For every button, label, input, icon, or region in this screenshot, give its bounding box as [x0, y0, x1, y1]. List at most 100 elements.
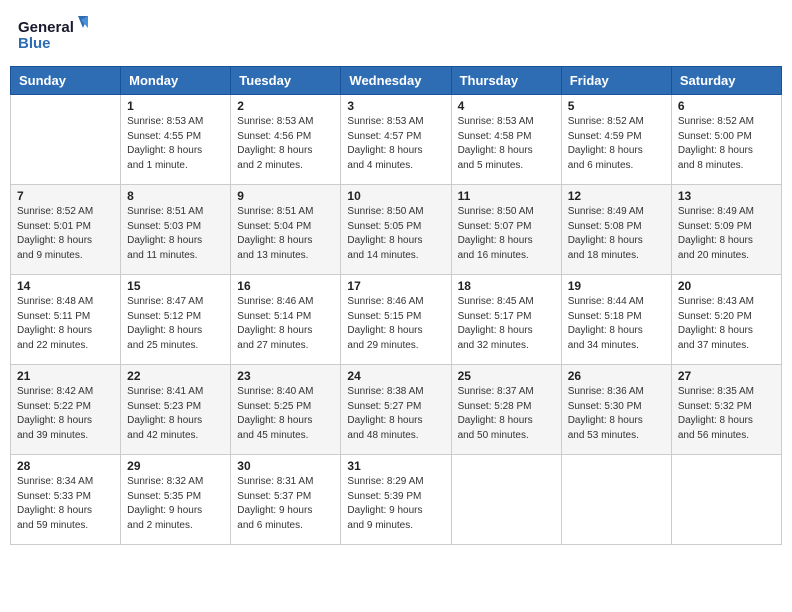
day-info: Sunrise: 8:53 AMSunset: 4:56 PMDaylight:… — [237, 115, 334, 173]
day-cell: 29 Sunrise: 8:32 AMSunset: 5:35 PMDayligh… — [121, 455, 231, 545]
day-number: 16 — [237, 279, 334, 293]
week-row-3: 14 Sunrise: 8:48 AMSunset: 5:11 PMDayligh… — [11, 275, 782, 365]
day-info: Sunrise: 8:52 AMSunset: 5:01 PMDaylight:… — [17, 205, 114, 263]
col-header-tuesday: Tuesday — [231, 67, 341, 95]
day-number: 29 — [127, 459, 224, 473]
day-info: Sunrise: 8:51 AMSunset: 5:03 PMDaylight:… — [127, 205, 224, 263]
day-cell: 18Sunrise: 8:45 AMSunset: 5:17 PMDayligh… — [451, 275, 561, 365]
day-info: Sunrise: 8:52 AMSunset: 5:00 PMDaylight:… — [678, 115, 775, 173]
day-info: Sunrise: 8:47 AMSunset: 5:12 PMDaylight:… — [127, 295, 224, 353]
day-cell: 3 Sunrise: 8:53 AMSunset: 4:57 PMDaylight… — [341, 95, 451, 185]
day-number: 12 — [568, 189, 665, 203]
day-number: 28 — [17, 459, 114, 473]
week-row-1: 1 Sunrise: 8:53 AMSunset: 4:55 PMDaylight… — [11, 95, 782, 185]
day-cell: 26 Sunrise: 8:36 AMSunset: 5:30 PMDayligh… — [561, 365, 671, 455]
day-number: 6 — [678, 99, 775, 113]
day-number: 30 — [237, 459, 334, 473]
day-cell — [451, 455, 561, 545]
day-cell: 31Sunrise: 8:29 AMSunset: 5:39 PMDayligh… — [341, 455, 451, 545]
day-number: 26 — [568, 369, 665, 383]
day-info: Sunrise: 8:42 AMSunset: 5:22 PMDaylight:… — [17, 385, 114, 443]
day-number: 5 — [568, 99, 665, 113]
day-info: Sunrise: 8:45 AMSunset: 5:17 PMDaylight:… — [458, 295, 555, 353]
day-cell: 22 Sunrise: 8:41 AMSunset: 5:23 PMDayligh… — [121, 365, 231, 455]
day-number: 3 — [347, 99, 444, 113]
day-cell: 15Sunrise: 8:47 AMSunset: 5:12 PMDayligh… — [121, 275, 231, 365]
day-cell: 12 Sunrise: 8:49 AMSunset: 5:08 PMDayligh… — [561, 185, 671, 275]
day-cell: 24 Sunrise: 8:38 AMSunset: 5:27 PMDayligh… — [341, 365, 451, 455]
svg-text:Blue: Blue — [18, 35, 51, 52]
day-info: Sunrise: 8:49 AMSunset: 5:09 PMDaylight:… — [678, 205, 775, 263]
day-info: Sunrise: 8:36 AMSunset: 5:30 PMDaylight:… — [568, 385, 665, 443]
day-number: 23 — [237, 369, 334, 383]
day-info: Sunrise: 8:32 AMSunset: 5:35 PMDaylight:… — [127, 475, 224, 533]
day-info: Sunrise: 8:37 AMSunset: 5:28 PMDaylight:… — [458, 385, 555, 443]
day-number: 11 — [458, 189, 555, 203]
day-info: Sunrise: 8:53 AMSunset: 4:57 PMDaylight:… — [347, 115, 444, 173]
week-row-4: 21 Sunrise: 8:42 AMSunset: 5:22 PMDayligh… — [11, 365, 782, 455]
day-cell: 11 Sunrise: 8:50 AMSunset: 5:07 PMDayligh… — [451, 185, 561, 275]
day-number: 22 — [127, 369, 224, 383]
day-info: Sunrise: 8:29 AMSunset: 5:39 PMDaylight:… — [347, 475, 444, 533]
day-number: 20 — [678, 279, 775, 293]
day-cell: 19 Sunrise: 8:44 AMSunset: 5:18 PMDayligh… — [561, 275, 671, 365]
day-cell: 13 Sunrise: 8:49 AMSunset: 5:09 PMDayligh… — [671, 185, 781, 275]
day-number: 8 — [127, 189, 224, 203]
day-cell: 5Sunrise: 8:52 AMSunset: 4:59 PMDaylight… — [561, 95, 671, 185]
day-cell: 6 Sunrise: 8:52 AMSunset: 5:00 PMDaylight… — [671, 95, 781, 185]
day-cell: 23Sunrise: 8:40 AMSunset: 5:25 PMDayligh… — [231, 365, 341, 455]
day-number: 25 — [458, 369, 555, 383]
day-cell: 27 Sunrise: 8:35 AMSunset: 5:32 PMDayligh… — [671, 365, 781, 455]
day-cell: 10 Sunrise: 8:50 AMSunset: 5:05 PMDayligh… — [341, 185, 451, 275]
day-info: Sunrise: 8:34 AMSunset: 5:33 PMDaylight:… — [17, 475, 114, 533]
day-cell: 7Sunrise: 8:52 AMSunset: 5:01 PMDaylight… — [11, 185, 121, 275]
day-info: Sunrise: 8:35 AMSunset: 5:32 PMDaylight:… — [678, 385, 775, 443]
day-number: 14 — [17, 279, 114, 293]
day-number: 17 — [347, 279, 444, 293]
day-cell — [11, 95, 121, 185]
col-header-friday: Friday — [561, 67, 671, 95]
day-number: 1 — [127, 99, 224, 113]
day-number: 19 — [568, 279, 665, 293]
day-number: 24 — [347, 369, 444, 383]
day-number: 21 — [17, 369, 114, 383]
day-number: 27 — [678, 369, 775, 383]
day-info: Sunrise: 8:48 AMSunset: 5:11 PMDaylight:… — [17, 295, 114, 353]
day-info: Sunrise: 8:46 AMSunset: 5:15 PMDaylight:… — [347, 295, 444, 353]
col-header-monday: Monday — [121, 67, 231, 95]
logo-svg: General Blue — [18, 14, 88, 54]
day-cell: 25 Sunrise: 8:37 AMSunset: 5:28 PMDayligh… — [451, 365, 561, 455]
day-info: Sunrise: 8:46 AMSunset: 5:14 PMDaylight:… — [237, 295, 334, 353]
day-cell: 4Sunrise: 8:53 AMSunset: 4:58 PMDaylight… — [451, 95, 561, 185]
day-info: Sunrise: 8:41 AMSunset: 5:23 PMDaylight:… — [127, 385, 224, 443]
day-cell: 9Sunrise: 8:51 AMSunset: 5:04 PMDaylight… — [231, 185, 341, 275]
col-header-saturday: Saturday — [671, 67, 781, 95]
day-number: 10 — [347, 189, 444, 203]
day-number: 13 — [678, 189, 775, 203]
day-info: Sunrise: 8:43 AMSunset: 5:20 PMDaylight:… — [678, 295, 775, 353]
day-info: Sunrise: 8:50 AMSunset: 5:07 PMDaylight:… — [458, 205, 555, 263]
day-info: Sunrise: 8:31 AMSunset: 5:37 PMDaylight:… — [237, 475, 334, 533]
day-cell: 16 Sunrise: 8:46 AMSunset: 5:14 PMDayligh… — [231, 275, 341, 365]
day-cell: 14 Sunrise: 8:48 AMSunset: 5:11 PMDayligh… — [11, 275, 121, 365]
day-cell — [671, 455, 781, 545]
col-header-wednesday: Wednesday — [341, 67, 451, 95]
week-row-5: 28 Sunrise: 8:34 AMSunset: 5:33 PMDayligh… — [11, 455, 782, 545]
day-cell: 8 Sunrise: 8:51 AMSunset: 5:03 PMDaylight… — [121, 185, 231, 275]
day-cell: 2 Sunrise: 8:53 AMSunset: 4:56 PMDaylight… — [231, 95, 341, 185]
day-cell: 1 Sunrise: 8:53 AMSunset: 4:55 PMDaylight… — [121, 95, 231, 185]
col-header-thursday: Thursday — [451, 67, 561, 95]
svg-text:General: General — [18, 19, 74, 36]
day-cell: 21 Sunrise: 8:42 AMSunset: 5:22 PMDayligh… — [11, 365, 121, 455]
day-info: Sunrise: 8:49 AMSunset: 5:08 PMDaylight:… — [568, 205, 665, 263]
day-info: Sunrise: 8:38 AMSunset: 5:27 PMDaylight:… — [347, 385, 444, 443]
header: General Blue — [10, 10, 782, 58]
calendar-table: SundayMondayTuesdayWednesdayThursdayFrid… — [10, 66, 782, 545]
week-row-2: 7Sunrise: 8:52 AMSunset: 5:01 PMDaylight… — [11, 185, 782, 275]
day-info: Sunrise: 8:53 AMSunset: 4:55 PMDaylight:… — [127, 115, 224, 173]
day-number: 2 — [237, 99, 334, 113]
day-info: Sunrise: 8:44 AMSunset: 5:18 PMDaylight:… — [568, 295, 665, 353]
day-info: Sunrise: 8:50 AMSunset: 5:05 PMDaylight:… — [347, 205, 444, 263]
day-cell: 28 Sunrise: 8:34 AMSunset: 5:33 PMDayligh… — [11, 455, 121, 545]
day-cell — [561, 455, 671, 545]
